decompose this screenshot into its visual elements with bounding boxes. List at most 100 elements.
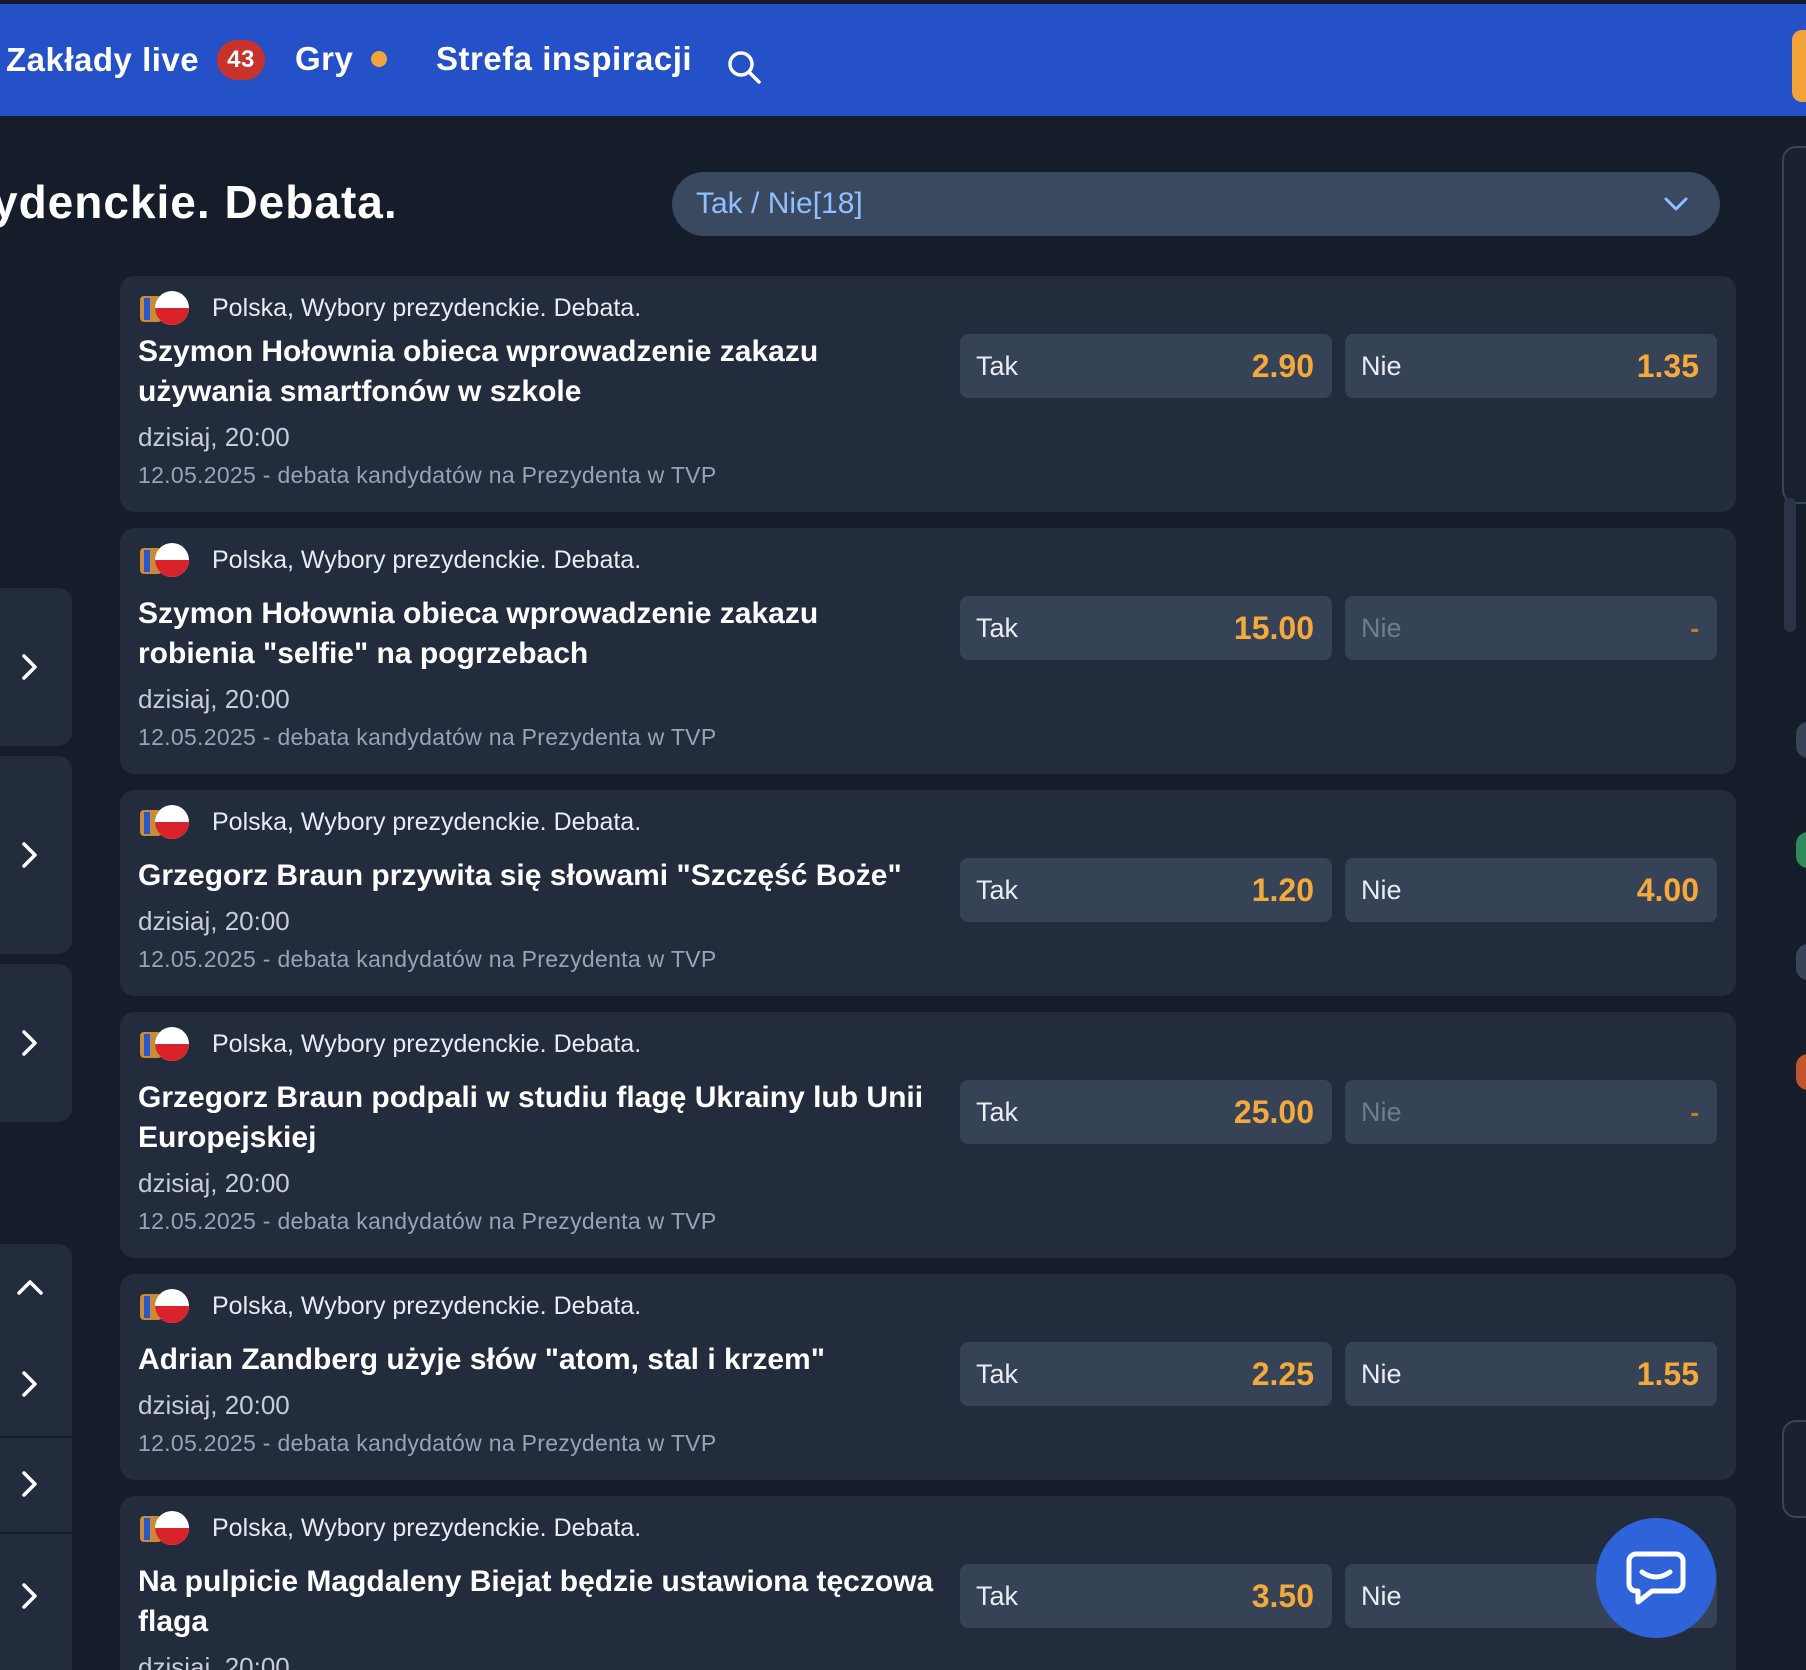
right-panel-edge [1782,1420,1806,1518]
odd-button-no[interactable]: Nie 1.35 [1345,334,1717,398]
chevron-right-icon [22,1030,37,1056]
nav-live-bets[interactable]: Zakłady live 43 [6,40,265,80]
odd-label: Nie [1361,1580,1402,1611]
event-card[interactable]: Polska, Wybory prezydenckie. Debata. Adr… [120,1274,1736,1480]
odd-value: 15.00 [1233,609,1314,646]
odd-button-no-disabled: Nie - [1345,1080,1717,1144]
nav-games[interactable]: Gry [295,40,388,78]
odd-label: Nie [1361,1096,1402,1127]
market-type-value: Tak / Nie[18] [696,187,863,220]
odd-button-yes[interactable]: Tak 25.00 [960,1080,1332,1144]
event-title: Szymon Hołownia obieca wprowadzenie zaka… [138,597,819,670]
event-description: 12.05.2025 - debata kandydatów na Prezyd… [138,1430,717,1456]
odd-button-no-disabled: Nie - [1345,596,1717,660]
odd-value: 3.50 [1251,1577,1314,1614]
odd-value: - [1690,612,1699,643]
top-navigation-bar: Zakłady live 43 Gry Strefa inspiracji [0,0,1806,116]
side-nav-group [0,1244,72,1670]
event-time: dzisiaj, 20:00 [138,1652,290,1670]
event-title: Szymon Hołownia obieca wprowadzenie zaka… [138,335,819,408]
event-time: dzisiaj, 20:00 [138,684,290,714]
chevron-right-icon [22,1371,37,1397]
flag-icon [140,1511,189,1545]
side-nav-expand-button[interactable] [0,588,72,746]
odd-value: 2.90 [1251,347,1314,384]
event-league-label: Polska, Wybory prezydenckie. Debata. [212,545,642,574]
event-card[interactable]: Polska, Wybory prezydenckie. Debata. Szy… [120,528,1736,774]
odd-button-no[interactable]: Nie 4.00 [1345,858,1717,922]
odd-label: Nie [1361,612,1402,643]
live-count-badge: 43 [217,40,265,80]
event-time: dzisiaj, 20:00 [138,1168,290,1198]
odd-button-yes[interactable]: Tak 15.00 [960,596,1332,660]
flag-icon [140,1027,189,1061]
event-title: Na pulpicie Magdaleny Biejat będzie usta… [138,1565,934,1638]
flag-icon [140,1289,189,1323]
event-league: Polska, Wybory prezydenckie. Debata. [138,1288,641,1324]
event-league: Polska, Wybory prezydenckie. Debata. [138,290,641,326]
event-description: 12.05.2025 - debata kandydatów na Prezyd… [138,462,717,488]
side-indicator [1796,944,1806,980]
chevron-right-icon [22,1583,37,1609]
nav-live-bets-label: Zakłady live [6,41,200,78]
right-panel-edge [1782,146,1806,504]
account-button-edge[interactable] [1792,30,1806,102]
odd-value: 25.00 [1233,1093,1314,1130]
search-icon[interactable] [725,48,763,86]
odd-label: Tak [976,1358,1019,1389]
event-league-label: Polska, Wybory prezydenckie. Debata. [212,1291,642,1320]
chat-icon [1626,1551,1686,1605]
event-description: 12.05.2025 - debata kandydatów na Prezyd… [138,946,717,972]
odd-label: Tak [976,350,1019,381]
event-card[interactable]: Polska, Wybory prezydenckie. Debata. Szy… [120,276,1736,512]
odd-label: Tak [976,1096,1019,1127]
flag-icon [140,805,189,839]
side-nav-expand-button[interactable] [0,756,72,954]
nav-inspiration-zone[interactable]: Strefa inspiracji [436,40,692,78]
event-card[interactable]: Polska, Wybory prezydenckie. Debata. Na … [120,1496,1736,1670]
side-nav-expand-button[interactable] [0,1336,72,1432]
chevron-right-icon [22,1471,37,1497]
odd-label: Nie [1361,350,1402,381]
event-time: dzisiaj, 20:00 [138,1390,290,1420]
odd-value: - [1690,1096,1699,1127]
event-league-label: Polska, Wybory prezydenckie. Debata. [212,807,642,836]
odd-button-yes[interactable]: Tak 3.50 [960,1564,1332,1628]
nav-games-label: Gry [295,40,354,77]
event-description: 12.05.2025 - debata kandydatów na Prezyd… [138,724,717,750]
event-league: Polska, Wybory prezydenckie. Debata. [138,804,641,840]
odd-button-yes[interactable]: Tak 2.25 [960,1342,1332,1406]
chevron-up-icon [17,1280,43,1295]
scrollbar-thumb[interactable] [1784,498,1796,632]
odd-label: Tak [976,612,1019,643]
odd-value: 1.35 [1636,347,1699,384]
event-league-label: Polska, Wybory prezydenckie. Debata. [212,1029,642,1058]
chevron-down-icon [1664,197,1688,211]
event-description: 12.05.2025 - debata kandydatów na Prezyd… [138,1208,717,1234]
event-league-label: Polska, Wybory prezydenckie. Debata. [212,293,642,322]
odd-label: Nie [1361,874,1402,905]
side-nav-expand-button[interactable] [0,1438,72,1530]
event-card[interactable]: Polska, Wybory prezydenckie. Debata. Grz… [120,1012,1736,1258]
notification-dot [371,51,388,67]
market-type-dropdown[interactable]: Tak / Nie[18] [672,172,1720,236]
odd-button-no[interactable]: Nie 1.55 [1345,1342,1717,1406]
chevron-right-icon [22,842,37,868]
side-indicator [1796,1054,1806,1090]
live-chat-button[interactable] [1596,1518,1716,1638]
side-nav-expand-button[interactable] [0,964,72,1122]
odd-value: 4.00 [1636,871,1699,908]
odd-value: 1.55 [1636,1355,1699,1392]
event-league: Polska, Wybory prezydenckie. Debata. [138,542,641,578]
side-nav-collapse-button[interactable] [0,1244,72,1332]
odd-label: Tak [976,874,1019,905]
odd-button-yes[interactable]: Tak 1.20 [960,858,1332,922]
event-league: Polska, Wybory prezydenckie. Debata. [138,1510,641,1546]
side-nav-expand-button[interactable] [0,1534,72,1658]
event-league-label: Polska, Wybory prezydenckie. Debata. [212,1513,642,1542]
odd-button-yes[interactable]: Tak 2.90 [960,334,1332,398]
flag-icon [140,291,189,325]
odd-label: Tak [976,1580,1019,1611]
odd-value: 2.25 [1251,1355,1314,1392]
event-card[interactable]: Polska, Wybory prezydenckie. Debata. Grz… [120,790,1736,996]
